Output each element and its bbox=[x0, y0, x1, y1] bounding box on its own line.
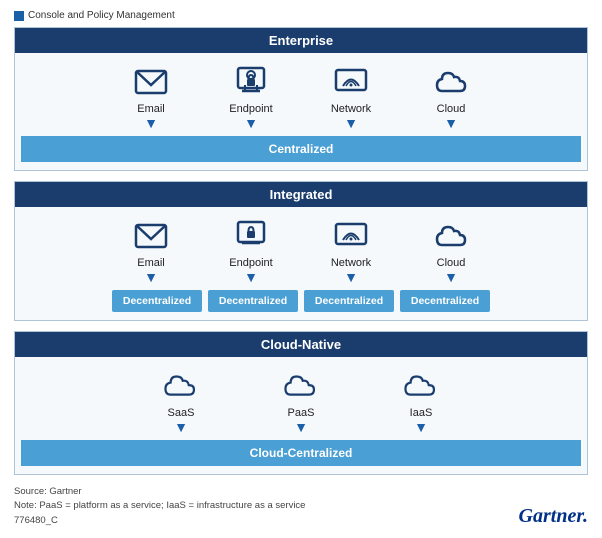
enterprise-cloud-item: Cloud ▼ bbox=[401, 63, 501, 130]
enterprise-network-label: Network bbox=[331, 103, 371, 115]
enterprise-email-chevron: ▼ bbox=[144, 116, 158, 130]
decentral-btn-3: Decentralized bbox=[304, 290, 394, 312]
integrated-cloud-chevron: ▼ bbox=[444, 270, 458, 284]
enterprise-header: Enterprise bbox=[15, 28, 587, 53]
integrated-endpoint-item: Endpoint ▼ bbox=[201, 217, 301, 284]
enterprise-cloud-chevron: ▼ bbox=[444, 116, 458, 130]
integrated-endpoint-chevron: ▼ bbox=[244, 270, 258, 284]
paas-cloud-icon bbox=[282, 367, 320, 405]
gartner-logo: Gartner. bbox=[519, 505, 588, 528]
decentral-btn-2: Decentralized bbox=[208, 290, 298, 312]
saas-chevron: ▼ bbox=[174, 420, 188, 434]
cloud-native-section: Cloud-Native SaaS ▼ bbox=[14, 331, 588, 475]
email-icon-integrated bbox=[132, 217, 170, 255]
enterprise-network-chevron: ▼ bbox=[344, 116, 358, 130]
integrated-content: Email ▼ Endpoint ▼ bbox=[15, 207, 587, 320]
enterprise-email-item: Email ▼ bbox=[101, 63, 201, 130]
legend-box bbox=[14, 11, 24, 21]
enterprise-endpoint-label: Endpoint bbox=[229, 103, 272, 115]
cloud-icon-enterprise bbox=[432, 63, 470, 101]
iaas-cloud-icon bbox=[402, 367, 440, 405]
decentral-row: Decentralized Decentralized Decentralize… bbox=[21, 290, 581, 312]
paas-label: PaaS bbox=[288, 407, 315, 419]
integrated-email-item: Email ▼ bbox=[101, 217, 201, 284]
enterprise-endpoint-item: Endpoint ▼ bbox=[201, 63, 301, 130]
integrated-network-chevron: ▼ bbox=[344, 270, 358, 284]
email-icon bbox=[132, 63, 170, 101]
paas-chevron: ▼ bbox=[294, 420, 308, 434]
integrated-icon-row: Email ▼ Endpoint ▼ bbox=[21, 217, 581, 284]
decentral-btn-4: Decentralized bbox=[400, 290, 490, 312]
integrated-section: Integrated Email ▼ bbox=[14, 181, 588, 321]
integrated-email-label: Email bbox=[137, 257, 165, 269]
integrated-header: Integrated bbox=[15, 182, 587, 207]
page-wrapper: Console and Policy Management Enterprise… bbox=[0, 0, 602, 538]
integrated-network-label: Network bbox=[331, 257, 371, 269]
enterprise-content: Email ▼ bbox=[15, 53, 587, 170]
saas-item: SaaS ▼ bbox=[121, 367, 241, 434]
cloud-native-icon-row: SaaS ▼ PaaS ▼ bbox=[21, 367, 581, 434]
footer: Source: Gartner Note: PaaS = platform as… bbox=[14, 485, 588, 528]
enterprise-icon-row: Email ▼ bbox=[21, 63, 581, 130]
enterprise-endpoint-chevron: ▼ bbox=[244, 116, 258, 130]
footer-code: 776480_C bbox=[14, 514, 588, 528]
iaas-item: IaaS ▼ bbox=[361, 367, 481, 434]
network-icon-integrated bbox=[332, 217, 370, 255]
integrated-network-item: Network ▼ bbox=[301, 217, 401, 284]
enterprise-bar: Centralized bbox=[21, 136, 581, 162]
endpoint-icon bbox=[232, 63, 270, 101]
enterprise-cloud-label: Cloud bbox=[437, 103, 466, 115]
footer-source: Source: Gartner bbox=[14, 485, 588, 499]
saas-cloud-icon bbox=[162, 367, 200, 405]
integrated-cloud-item: Cloud ▼ bbox=[401, 217, 501, 284]
integrated-cloud-label: Cloud bbox=[437, 257, 466, 269]
network-icon bbox=[332, 63, 370, 101]
endpoint-icon-integrated bbox=[232, 217, 270, 255]
footer-note: Note: PaaS = platform as a service; IaaS… bbox=[14, 499, 588, 513]
legend: Console and Policy Management bbox=[14, 10, 588, 21]
enterprise-network-item: Network ▼ bbox=[301, 63, 401, 130]
enterprise-section: Enterprise Email ▼ bbox=[14, 27, 588, 171]
paas-item: PaaS ▼ bbox=[241, 367, 361, 434]
iaas-label: IaaS bbox=[410, 407, 433, 419]
iaas-chevron: ▼ bbox=[414, 420, 428, 434]
cloud-native-content: SaaS ▼ PaaS ▼ bbox=[15, 357, 587, 474]
cloud-centralized-bar: Cloud-Centralized bbox=[21, 440, 581, 466]
saas-label: SaaS bbox=[168, 407, 195, 419]
integrated-endpoint-label: Endpoint bbox=[229, 257, 272, 269]
legend-label: Console and Policy Management bbox=[28, 10, 175, 21]
cloud-icon-integrated bbox=[432, 217, 470, 255]
integrated-email-chevron: ▼ bbox=[144, 270, 158, 284]
decentral-btn-1: Decentralized bbox=[112, 290, 202, 312]
enterprise-email-label: Email bbox=[137, 103, 165, 115]
cloud-native-header: Cloud-Native bbox=[15, 332, 587, 357]
